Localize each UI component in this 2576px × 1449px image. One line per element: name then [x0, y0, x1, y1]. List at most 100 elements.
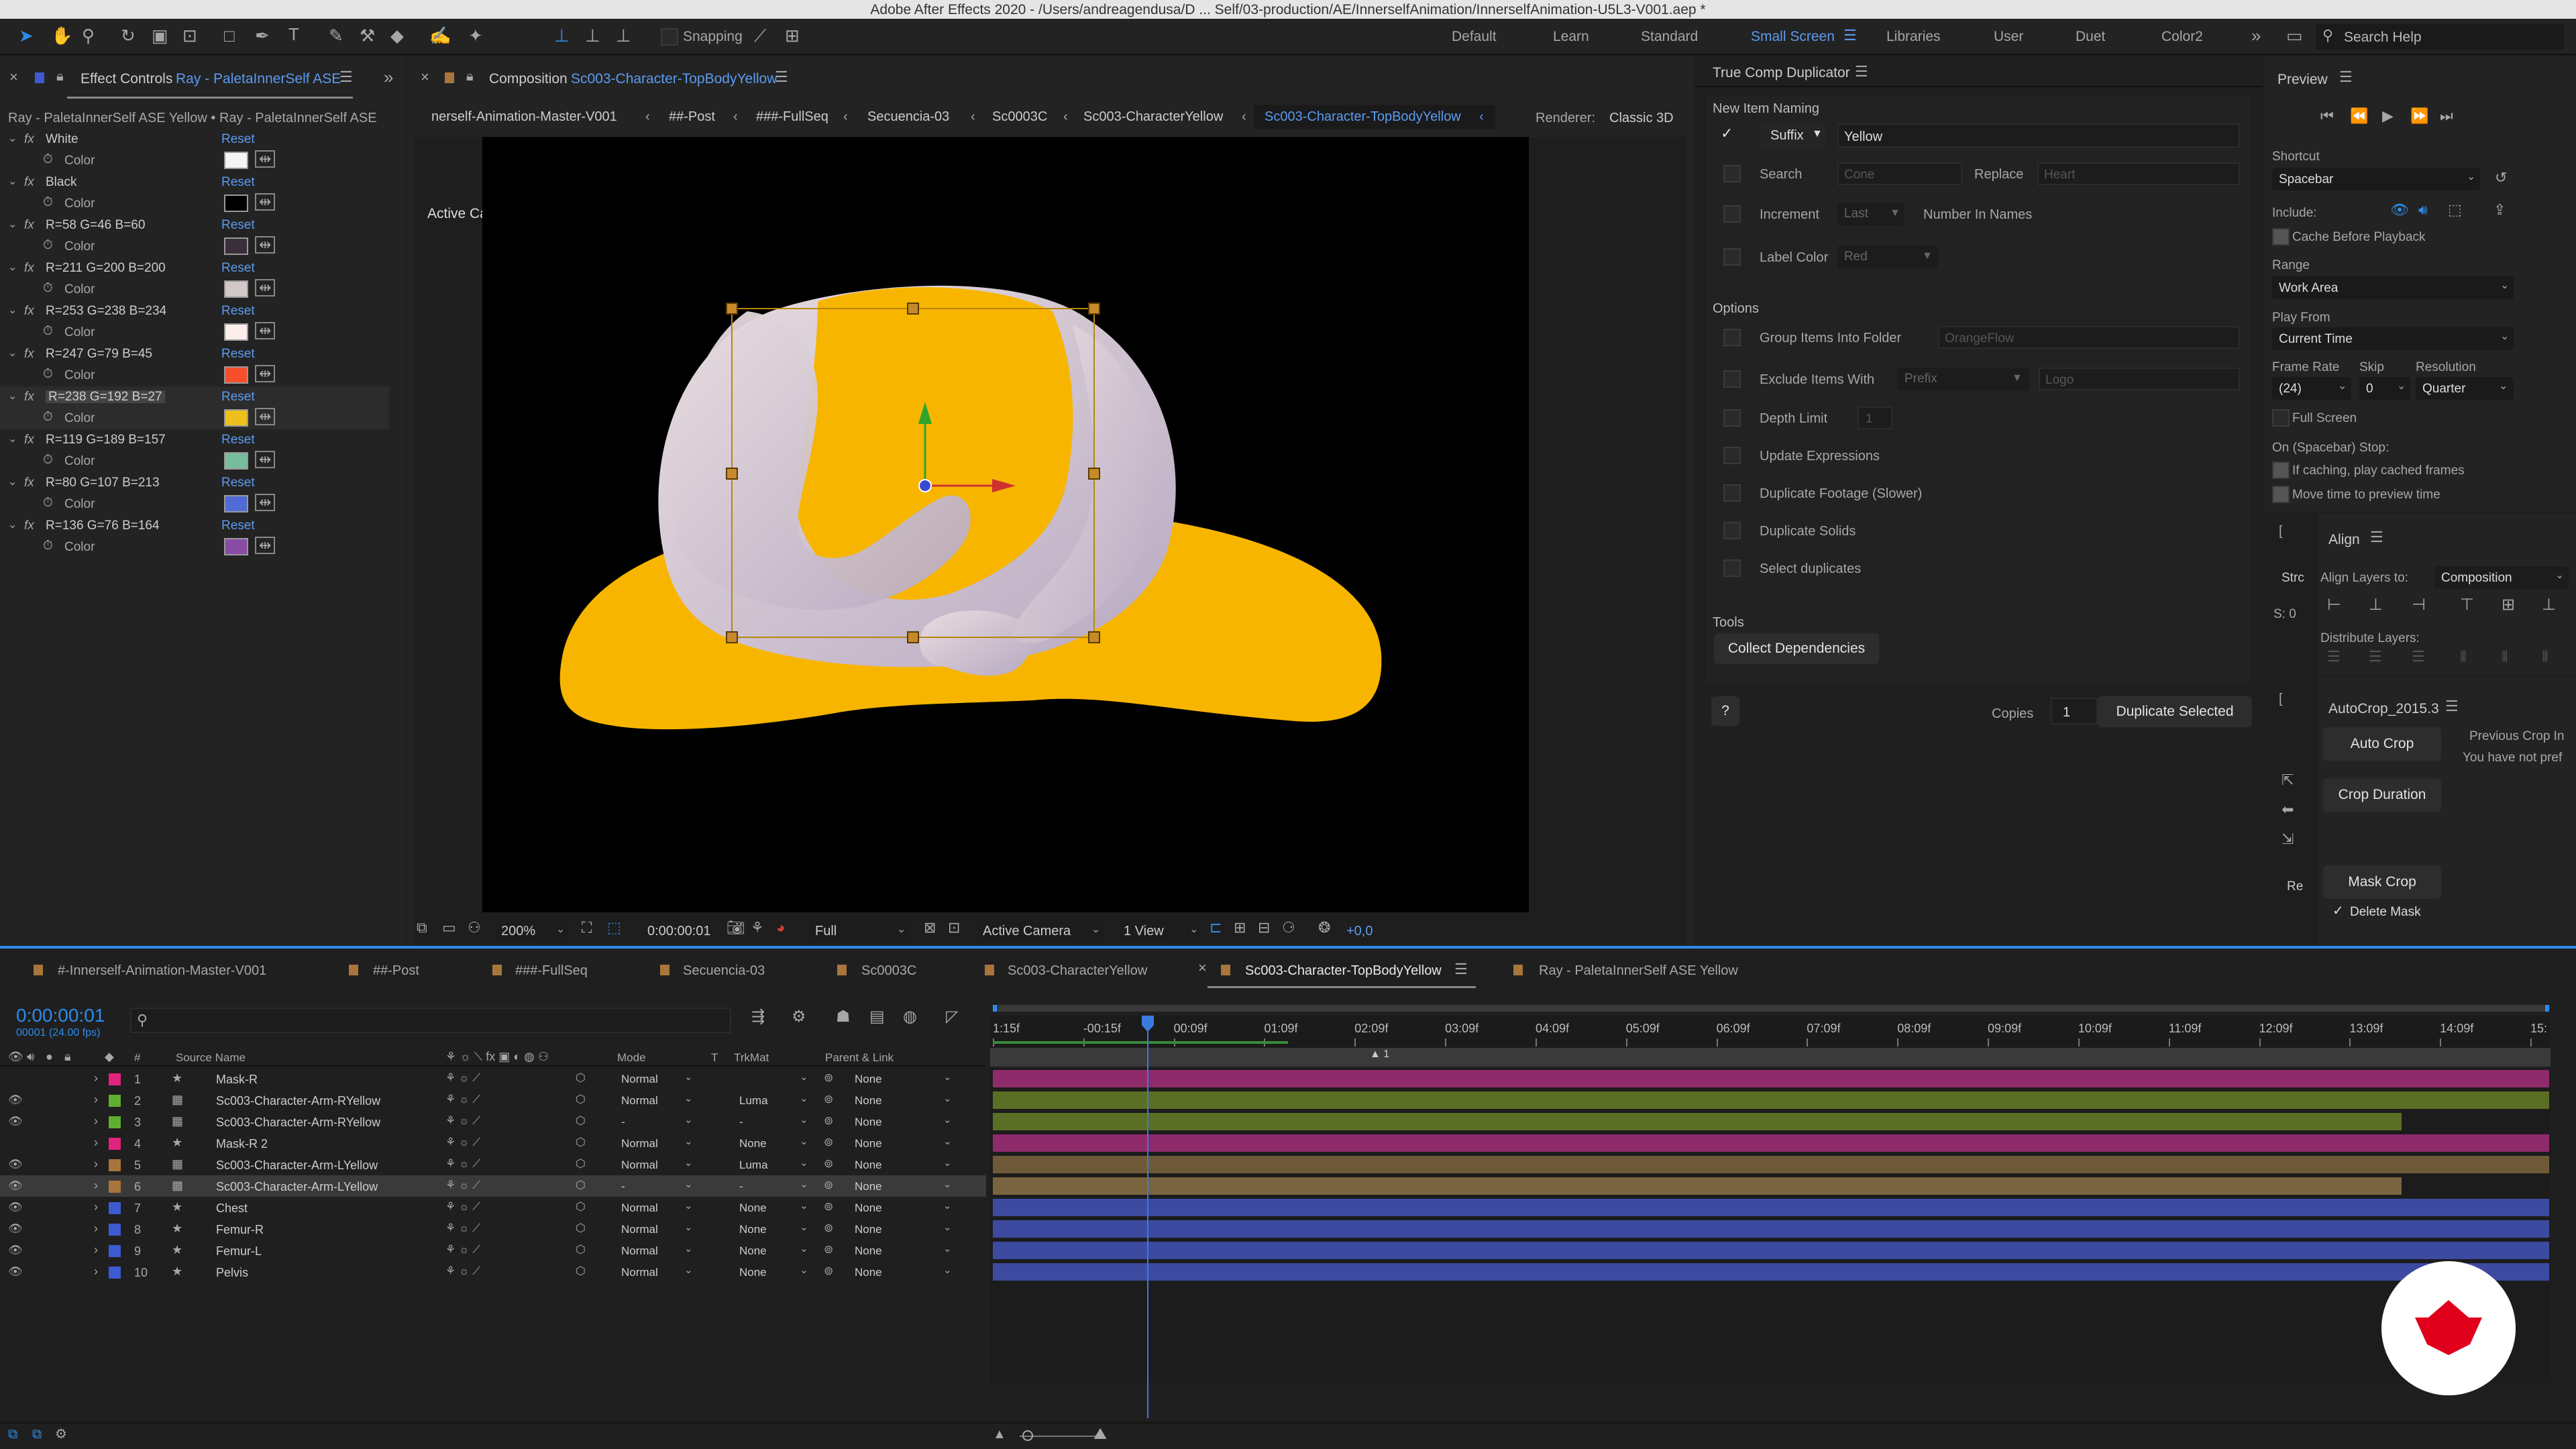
3d-layer-icon[interactable]: ⬡ [576, 1265, 586, 1277]
work-area-bar[interactable] [993, 1005, 2549, 1012]
timeline-tab-active[interactable]: Sc003-Character-TopBodyYellow [1245, 964, 1442, 977]
auto-crop-button[interactable]: Auto Crop [2323, 727, 2441, 761]
mode-dropdown[interactable]: Normal ⌄ [614, 1221, 699, 1237]
expand-arrow-icon[interactable]: › [94, 1072, 98, 1084]
pen-tool-icon[interactable]: ✒ [255, 27, 270, 44]
workspace-standard[interactable]: Standard [1641, 30, 1698, 44]
move-time-checkbox[interactable] [2272, 486, 2290, 503]
layer-name[interactable]: Chest [216, 1202, 248, 1214]
expand-arrow-icon[interactable]: › [94, 1179, 98, 1191]
checkmark-icon[interactable]: ✓ [1721, 126, 1733, 141]
pickwhip-icon[interactable]: ⊚ [824, 1158, 833, 1169]
trkmat-dropdown[interactable]: ⌄ [734, 1071, 813, 1087]
layer-name[interactable]: Sc003-Character-Arm-LYellow [216, 1159, 378, 1171]
label-color-chip[interactable] [109, 1224, 121, 1236]
shortcut-dropdown[interactable]: Spacebar ⌄ [2272, 168, 2480, 191]
layer-row[interactable]: › 1 ★ Mask-R ⚘ ☼ ⟋ ⬡ Normal ⌄ ⌄ ⊚ None ⌄ [0, 1068, 986, 1089]
brush-tool-icon[interactable]: ✎ [329, 27, 343, 44]
layer-name[interactable]: Mask-R [216, 1073, 258, 1085]
parent-dropdown[interactable]: None ⌄ [847, 1221, 958, 1237]
side-tab-bracket[interactable]: [ [2279, 525, 2283, 538]
layer-row[interactable]: 👁︎ › 3 ▦ Sc003-Character-Arm-RYellow ⚘ ☼ ⟋ ⬡ - ⌄… [0, 1111, 986, 1132]
switch-icons[interactable]: ⚘ ☼ ⟋ [445, 1201, 480, 1212]
eyedropper-icon[interactable]: ⇹ [255, 494, 276, 511]
zoom-dropdown[interactable]: 200% ⌄ [496, 920, 570, 942]
workspace-duet[interactable]: Duet [2076, 30, 2105, 44]
layer-name[interactable]: Femur-R [216, 1224, 264, 1236]
workspace-user[interactable]: User [1994, 30, 2023, 44]
exposure-value[interactable]: +0,0 [1346, 924, 1373, 938]
effect-item[interactable]: ⌄ fx R=136 G=76 B=164 Reset ⏱ Color ⇹ [0, 515, 389, 558]
switch-icons[interactable]: ⚘ ☼ ⟋ [445, 1072, 480, 1083]
timeline-work-area[interactable] [993, 1002, 2549, 1014]
eyedropper-icon[interactable]: ⇹ [255, 236, 276, 254]
camera-dropdown[interactable]: Active Camera ⌄ [977, 920, 1105, 942]
stopwatch-icon[interactable]: ⏱ [43, 368, 53, 380]
play-icon[interactable]: ▶ [2382, 109, 2394, 123]
layer-row[interactable]: 👁︎ › 6 ▦ Sc003-Character-Arm-LYellow ⚘ ☼ ⟋ ⬡ - ⌄… [0, 1175, 986, 1197]
mode-dropdown[interactable]: - ⌄ [614, 1114, 699, 1130]
layer-name[interactable]: Pelvis [216, 1267, 248, 1279]
stopwatch-icon[interactable]: ⏱ [43, 196, 53, 209]
3d-layer-icon[interactable]: ⬡ [576, 1136, 586, 1148]
eyedropper-icon[interactable]: ⇹ [255, 365, 276, 382]
fit-icon[interactable]: ⛶ [582, 920, 592, 935]
fx-icon[interactable]: fx [24, 262, 34, 274]
layer-row[interactable]: 👁︎ › 2 ▦ Sc003-Character-Arm-RYellow ⚘ ☼ ⟋ ⬡ No… [0, 1089, 986, 1111]
group-items-checkbox[interactable] [1723, 329, 1741, 346]
snap-grid-icon[interactable]: ⊞ [785, 27, 800, 44]
label-color-chip[interactable] [109, 1202, 121, 1214]
label-color-checkbox[interactable] [1723, 248, 1741, 266]
mode-dropdown[interactable]: Normal ⌄ [614, 1264, 699, 1280]
video-include-icon[interactable]: 👁︎ [2390, 203, 2409, 217]
trkmat-dropdown[interactable]: - ⌄ [734, 1114, 813, 1130]
fx-icon[interactable]: fx [24, 176, 34, 189]
reset-exposure-icon[interactable]: ❂ [1318, 920, 1330, 935]
dup-solids-checkbox[interactable] [1723, 522, 1741, 539]
color-swatch[interactable] [224, 237, 248, 255]
snap-option-icon[interactable]: ⟋ [754, 27, 766, 44]
label-color-chip[interactable] [109, 1245, 121, 1257]
graph-editor-icon[interactable]: ◸ [946, 1009, 958, 1025]
depth-limit-checkbox[interactable] [1723, 409, 1741, 427]
timeline-current-time[interactable]: 0:00:00:01 [16, 1006, 105, 1025]
stopwatch-icon[interactable]: ⏱ [43, 239, 53, 252]
fx-icon[interactable]: fx [24, 305, 34, 317]
effect-item[interactable]: ⌄ fx R=119 G=189 B=157 Reset ⏱ Color ⇹ [0, 429, 389, 472]
eyedropper-icon[interactable]: ⇹ [255, 408, 276, 425]
expand-arrow-icon[interactable]: › [94, 1093, 98, 1106]
stopwatch-icon[interactable]: ⏱ [43, 282, 53, 294]
layer-search-input[interactable]: ⚲ [130, 1008, 731, 1033]
layer-duration-bar[interactable] [993, 1199, 2549, 1216]
3d-layer-icon[interactable]: ⬡ [576, 1093, 586, 1105]
pixel-aspect-icon[interactable]: ⊏ [1210, 920, 1222, 935]
panel-menu-icon[interactable]: ☰ [2445, 699, 2459, 714]
layer-duration-bar[interactable] [993, 1113, 2402, 1130]
reset-link[interactable]: Reset [221, 262, 255, 274]
current-time[interactable]: 0:00:00:01 [647, 924, 711, 938]
parent-dropdown[interactable]: None ⌄ [847, 1199, 958, 1216]
breadcrumb-item[interactable]: Sc003-CharacterYellow [1083, 110, 1223, 123]
parent-dropdown[interactable]: None ⌄ [847, 1157, 958, 1173]
toggle-switches-icon[interactable]: ⧉ [8, 1428, 17, 1441]
eyedropper-icon[interactable]: ⇹ [255, 193, 276, 211]
increment-dropdown[interactable]: Last ▼ [1837, 203, 1904, 225]
shy-layers-icon[interactable]: ☗ [836, 1009, 851, 1025]
last-frame-icon[interactable]: ⏭ [2440, 109, 2453, 123]
layer-duration-bar[interactable] [993, 1220, 2549, 1238]
side-tab-b[interactable]: S: 0 [2273, 608, 2296, 621]
timeline-tab[interactable]: ###-FullSeq [515, 964, 588, 977]
expand-panels-icon[interactable]: » [384, 68, 393, 86]
panel-menu-icon[interactable]: ☰ [1454, 962, 1468, 977]
align-bottom-left-icon[interactable]: ⇲ [2282, 832, 2294, 847]
mode-dropdown[interactable]: Normal ⌄ [614, 1092, 699, 1108]
visibility-eye-icon[interactable]: 👁︎ [8, 1094, 23, 1106]
pickwhip-icon[interactable]: ⊚ [824, 1179, 833, 1191]
label-color-chip[interactable] [109, 1138, 121, 1150]
switch-icons[interactable]: ⚘ ☼ ⟋ [445, 1115, 480, 1126]
playhead-line[interactable] [1147, 1016, 1148, 1418]
eraser-tool-icon[interactable]: ◆ [390, 27, 404, 44]
label-color-chip[interactable] [109, 1267, 121, 1279]
timeline-tab[interactable]: Sc003-CharacterYellow [1008, 964, 1147, 977]
panel-menu-icon[interactable]: ☰ [2339, 70, 2353, 85]
